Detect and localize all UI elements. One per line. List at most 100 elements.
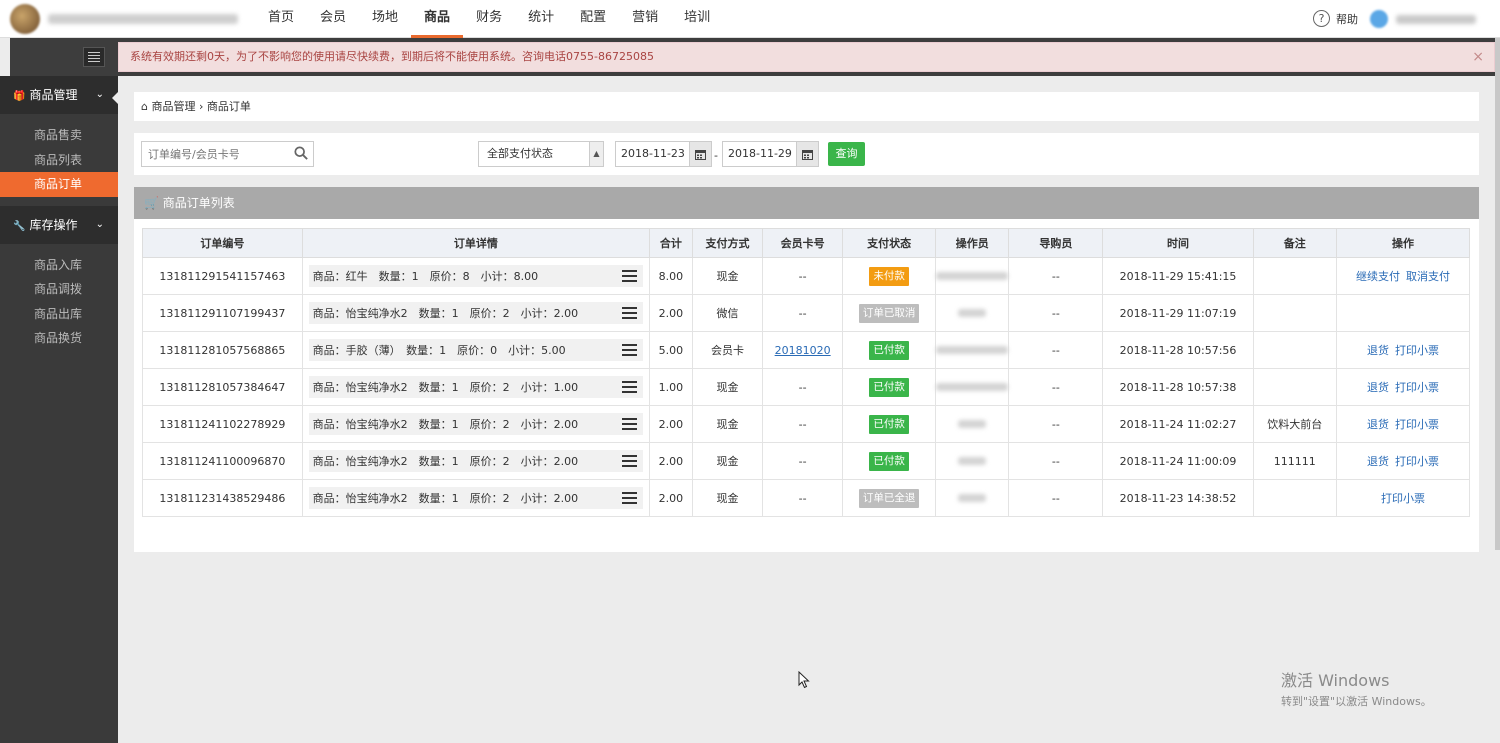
nav-item-4[interactable]: 财务 — [463, 0, 515, 38]
order-time: 2018-11-24 11:00:09 — [1102, 442, 1254, 480]
order-detail: 商品：怡宝纯净水2 数量：1 原价：2 小计：2.00 — [312, 492, 579, 505]
row-action[interactable]: 退货 — [1367, 455, 1389, 468]
column-header: 支付方式 — [691, 228, 764, 258]
order-id: 131811241100096870 — [142, 442, 303, 480]
order-id: 131811281057568865 — [142, 331, 303, 369]
sidebar-group-stock[interactable]: 🔧 库存操作 ⌄ — [0, 205, 118, 244]
table-row: 131811231438529486 商品：怡宝纯净水2 数量：1 原价：2 小计… — [142, 479, 1470, 517]
order-time: 2018-11-28 10:57:56 — [1102, 331, 1254, 369]
member-card: -- — [798, 454, 807, 468]
scrollbar[interactable] — [1495, 38, 1500, 550]
table-row: 131811241100096870 商品：怡宝纯净水2 数量：1 原价：2 小计… — [142, 442, 1470, 480]
row-action[interactable]: 取消支付 — [1406, 270, 1450, 283]
order-time: 2018-11-29 15:41:15 — [1102, 257, 1254, 295]
operator-cell — [935, 257, 1010, 295]
date-separator: - — [714, 149, 718, 162]
list-icon[interactable] — [622, 418, 638, 430]
calendar-icon[interactable] — [689, 142, 711, 166]
sidebar-item-group1-0[interactable]: 商品售卖 — [0, 123, 118, 148]
breadcrumb-current: 商品订单 — [206, 100, 251, 113]
pay-method: 现金 — [691, 479, 764, 517]
row-action[interactable]: 打印小票 — [1395, 381, 1439, 394]
filter-bar: 全部支付状态 ▲ 2018-11-23 - 2018-11-29 查询 — [134, 133, 1479, 175]
column-header: 导购员 — [1008, 228, 1104, 258]
date-from-field[interactable]: 2018-11-23 — [615, 141, 712, 167]
close-icon[interactable]: × — [1472, 43, 1484, 71]
user-menu[interactable] — [1370, 9, 1480, 29]
order-time: 2018-11-28 10:57:38 — [1102, 368, 1254, 406]
sidebar-item-group2-1[interactable]: 商品调拨 — [0, 277, 118, 302]
guide: -- — [1008, 479, 1104, 517]
sidebar-item-group2-2[interactable]: 商品出库 — [0, 302, 118, 327]
wrench-icon: 🔧 — [13, 220, 26, 232]
calendar-icon[interactable] — [796, 142, 818, 166]
row-action[interactable]: 打印小票 — [1395, 418, 1439, 431]
list-icon[interactable] — [622, 344, 638, 356]
order-detail: 商品：怡宝纯净水2 数量：1 原价：2 小计：2.00 — [312, 455, 579, 468]
row-action[interactable]: 打印小票 — [1395, 344, 1439, 357]
sidebar-item-group2-3[interactable]: 商品换货 — [0, 326, 118, 351]
nav-item-1[interactable]: 会员 — [307, 0, 359, 38]
row-action[interactable]: 退货 — [1367, 344, 1389, 357]
list-icon[interactable] — [622, 270, 638, 282]
nav-item-2[interactable]: 场地 — [359, 0, 411, 38]
order-time: 2018-11-24 11:02:27 — [1102, 405, 1254, 443]
row-action[interactable]: 打印小票 — [1395, 455, 1439, 468]
member-card: -- — [798, 417, 807, 431]
chevron-down-icon: ⌄ — [95, 218, 104, 230]
nav-item-7[interactable]: 营销 — [619, 0, 671, 38]
operator-blurred — [936, 382, 1009, 391]
row-actions: 退货 打印小票 — [1336, 405, 1470, 443]
row-action[interactable]: 退货 — [1367, 381, 1389, 394]
sidebar-item-group1-2[interactable]: 商品订单 — [0, 172, 118, 197]
member-card-cell: -- — [762, 442, 844, 480]
column-header: 时间 — [1102, 228, 1254, 258]
help-link[interactable]: ? 帮助 — [1313, 10, 1358, 27]
status-badge: 已付款 — [869, 451, 909, 471]
member-card-cell: 20181020 — [762, 331, 844, 369]
row-actions: 继续支付 取消支付 — [1336, 257, 1470, 295]
date-to-field[interactable]: 2018-11-29 — [722, 141, 819, 167]
row-action[interactable]: 退货 — [1367, 418, 1389, 431]
brand-logo[interactable] — [10, 4, 245, 34]
pay-status-select[interactable]: 全部支付状态 ▲ — [478, 141, 604, 167]
breadcrumb-root[interactable]: 商品管理 — [151, 100, 195, 113]
nav-item-5[interactable]: 统计 — [515, 0, 567, 38]
search-input[interactable] — [142, 142, 287, 166]
list-icon[interactable] — [622, 307, 638, 319]
menu-toggle-icon[interactable] — [83, 47, 105, 67]
column-header: 备注 — [1252, 228, 1338, 258]
date-to-value: 2018-11-29 — [728, 147, 792, 160]
member-card: -- — [798, 269, 807, 283]
list-icon[interactable] — [622, 455, 638, 467]
order-detail: 商品：手胶（薄） 数量：1 原价：0 小计：5.00 — [312, 344, 566, 357]
column-header: 会员卡号 — [762, 228, 844, 258]
order-detail: 商品：怡宝纯净水2 数量：1 原价：2 小计：2.00 — [312, 418, 579, 431]
nav-item-0[interactable]: 首页 — [255, 0, 307, 38]
sidebar-item-group2-0[interactable]: 商品入库 — [0, 253, 118, 278]
sidebar-group-label: 库存操作 — [29, 217, 78, 232]
pay-status-cell: 订单已全退 — [842, 479, 937, 517]
order-total: 8.00 — [649, 257, 693, 295]
sidebar-item-group1-1[interactable]: 商品列表 — [0, 148, 118, 173]
nav-item-8[interactable]: 培训 — [671, 0, 723, 38]
nav-item-6[interactable]: 配置 — [567, 0, 619, 38]
row-action[interactable]: 打印小票 — [1381, 492, 1425, 505]
pay-method: 现金 — [691, 405, 764, 443]
query-button[interactable]: 查询 — [828, 142, 865, 166]
status-badge: 已付款 — [869, 340, 909, 360]
order-detail-cell: 商品：怡宝纯净水2 数量：1 原价：2 小计：2.00 — [301, 442, 651, 480]
row-action[interactable]: 继续支付 — [1356, 270, 1400, 283]
guide: -- — [1008, 442, 1104, 480]
order-id: 131811291107199437 — [142, 294, 303, 332]
list-icon[interactable] — [622, 492, 638, 504]
nav-item-3[interactable]: 商品 — [411, 0, 464, 38]
list-icon[interactable] — [622, 381, 638, 393]
table-row: 131811291107199437 商品：怡宝纯净水2 数量：1 原价：2 小计… — [142, 294, 1470, 332]
member-card[interactable]: 20181020 — [775, 344, 831, 357]
search-icon[interactable] — [294, 146, 308, 160]
pay-method: 现金 — [691, 368, 764, 406]
sidebar-group-goods[interactable]: 🎁 商品管理 ⌄ — [0, 76, 118, 114]
guide: -- — [1008, 257, 1104, 295]
user-name-blurred — [1396, 14, 1476, 24]
